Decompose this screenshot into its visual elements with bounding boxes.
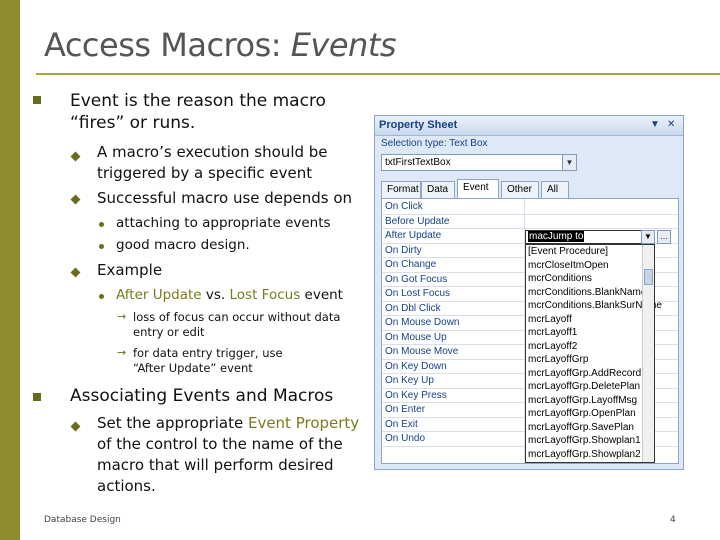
property-row-label: On Dirty xyxy=(385,244,422,256)
property-row-label: On Change xyxy=(385,259,437,270)
tab-other[interactable]: Other xyxy=(501,181,539,198)
property-row-label: After Update xyxy=(385,230,442,241)
bullet-macro-execution: A macro’s execution should be triggered … xyxy=(97,143,328,182)
title-underline xyxy=(36,73,720,75)
arrow-right-icon: → xyxy=(117,310,127,323)
property-row-label: On Dbl Click xyxy=(385,302,441,314)
property-row-label: On Got Focus xyxy=(385,273,448,285)
property-row[interactable]: On Click xyxy=(382,200,678,215)
event-property-term: Event Property xyxy=(247,414,360,432)
macro-list-item[interactable]: mcrLayoffGrp.AddRecord xyxy=(528,368,641,379)
tab-all[interactable]: All xyxy=(541,181,569,198)
builder-icon[interactable]: … xyxy=(657,230,671,244)
combo-value: macJump to xyxy=(528,231,585,242)
slide-title: Access Macros: Events xyxy=(44,26,397,64)
selection-dropdown[interactable]: txtFirstTextBox ▼ xyxy=(381,154,577,171)
property-row-label: On Undo xyxy=(385,433,426,444)
macro-list-item[interactable]: mcrLayoff xyxy=(528,314,572,325)
rest-text: of the control to the name of the macro … xyxy=(97,435,343,495)
property-row-label: On Key Up xyxy=(385,375,434,386)
macro-list-item[interactable]: mcrLayoffGrp xyxy=(528,354,588,365)
tab-format[interactable]: Format xyxy=(381,181,421,198)
chevron-down-icon[interactable]: ▼ xyxy=(641,230,655,244)
macro-list-item[interactable]: mcrConditions xyxy=(528,273,592,284)
bullet-diamond-icon xyxy=(70,194,81,205)
macro-list-item[interactable]: mcrLayoffGrp.Showplan2 xyxy=(528,449,641,460)
macro-list-item[interactable]: mcrLayoffGrp.SavePlan xyxy=(528,422,634,433)
property-row-label: On Mouse Up xyxy=(385,331,447,343)
selection-value: txtFirstTextBox xyxy=(385,157,451,168)
after-update-term: After Update xyxy=(116,287,202,303)
bullet-data-entry-trigger: for data entry trigger, use “After Updat… xyxy=(133,346,283,375)
arrow-right-icon: → xyxy=(117,346,127,359)
lost-focus-term: Lost Focus xyxy=(229,287,301,303)
dropdown-icon[interactable]: ▼ xyxy=(650,119,660,130)
bullet-associating: Associating Events and Macros xyxy=(70,386,334,406)
property-sheet-header: Property Sheet ▼ ✕ xyxy=(375,116,683,136)
side-accent-bar xyxy=(0,0,20,540)
bullet-appropriate-events: attaching to appropriate events xyxy=(116,215,331,231)
macro-list-item[interactable]: mcrConditions.BlankName xyxy=(528,287,646,298)
property-row-label: On Mouse Move xyxy=(385,346,459,357)
property-row-label: Before Update xyxy=(385,215,450,227)
macro-list-item[interactable]: mcrLayoffGrp.OpenPlan xyxy=(528,408,636,419)
property-row[interactable]: Before Update xyxy=(382,215,678,229)
bullet-set-event-property: Set the appropriate Event Property of th… xyxy=(97,413,367,497)
bullet-dot-icon xyxy=(99,294,104,299)
tab-event[interactable]: Event xyxy=(457,179,499,198)
bullet-diamond-icon xyxy=(70,421,81,432)
property-row-label: On Lost Focus xyxy=(385,288,451,299)
list-scrollbar[interactable] xyxy=(642,245,654,462)
bullet-event: Event is the reason the macro “fires” or… xyxy=(70,91,326,133)
bullet-example: Example xyxy=(97,261,163,279)
property-row-label: On Key Down xyxy=(385,360,447,372)
property-sheet: Property Sheet ▼ ✕ Selection type: Text … xyxy=(374,115,684,470)
vs-text: vs. xyxy=(201,287,230,303)
macro-list-item[interactable]: mcrLayoffGrp.Showplan1 xyxy=(528,435,641,446)
bullet-square-icon xyxy=(33,393,41,401)
close-icon[interactable]: ✕ xyxy=(667,119,675,130)
macro-list-item[interactable]: [Event Procedure] xyxy=(528,246,608,257)
macro-list-item[interactable]: mcrLayoffGrp.LayoffMsg xyxy=(528,395,637,406)
footer-course: Database Design xyxy=(44,515,121,525)
property-row-label: On Mouse Down xyxy=(385,317,460,328)
macro-list-item[interactable]: mcrLayoff2 xyxy=(528,341,577,352)
property-sheet-title: Property Sheet xyxy=(379,119,458,131)
selection-type-label: Selection type: Text Box xyxy=(381,138,488,149)
property-row-label: On Enter xyxy=(385,404,426,415)
bullet-diamond-icon xyxy=(70,267,81,278)
chevron-down-icon[interactable]: ▼ xyxy=(562,155,576,170)
bullet-dot-icon xyxy=(99,222,104,227)
bullet-good-design: good macro design. xyxy=(116,237,250,253)
bullet-after-update-vs-lost-focus: After Update vs. Lost Focus event xyxy=(116,285,376,305)
bullet-loss-of-focus: loss of focus can occur without data ent… xyxy=(133,310,341,339)
macro-list-item[interactable]: mcrLayoffGrp.DeletePlan xyxy=(528,381,640,392)
title-emphasis: Events xyxy=(290,26,397,64)
macro-dropdown-list: [Event Procedure] mcrCloseItmOpen mcrCondi… xyxy=(525,244,662,463)
property-row-label: On Exit xyxy=(385,418,418,430)
bullet-diamond-icon xyxy=(70,151,81,162)
bullet-square-icon xyxy=(33,96,41,104)
property-row-label: On Click xyxy=(385,201,423,212)
property-row-label: On Key Press xyxy=(385,389,447,401)
title-main: Access Macros: xyxy=(44,26,282,64)
event-text: event xyxy=(300,287,343,303)
macro-combo-input[interactable]: macJump to xyxy=(525,230,655,244)
bullet-successful-use: Successful macro use depends on xyxy=(97,189,353,207)
scrollbar-thumb[interactable] xyxy=(644,269,653,285)
tab-data[interactable]: Data xyxy=(421,181,455,198)
set-text: Set the appropriate xyxy=(97,414,248,432)
bullet-dot-icon xyxy=(99,244,104,249)
macro-list-item[interactable]: mcrLayoff1 xyxy=(528,327,577,338)
macro-list-item[interactable]: mcrCloseItmOpen xyxy=(528,260,609,271)
page-number: 4 xyxy=(670,515,676,525)
